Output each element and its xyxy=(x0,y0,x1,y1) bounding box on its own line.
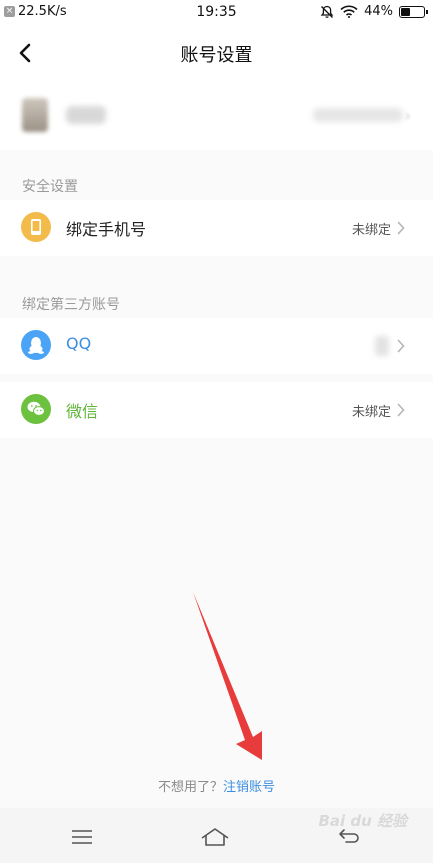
qq-account-blurred xyxy=(375,336,389,356)
bind-phone-status: 未绑定 xyxy=(351,223,391,238)
battery-percent: 44% xyxy=(364,4,393,19)
bind-qq-label: QQ xyxy=(66,334,92,353)
footer-deactivate: 不想用了？注销账号 xyxy=(0,776,433,795)
mute-bell-icon xyxy=(320,5,334,18)
wechat-icon xyxy=(21,394,51,424)
wifi-icon xyxy=(340,5,358,18)
phone-icon xyxy=(21,212,51,242)
bind-wechat-label: 微信 xyxy=(66,402,99,421)
qq-penguin-icon xyxy=(21,330,51,360)
status-bar: × 22.5K/s 19:35 44% xyxy=(0,0,433,24)
watermark: Bai du 经验 xyxy=(318,812,407,830)
bind-phone-row[interactable]: 绑定手机号 未绑定 xyxy=(0,200,433,256)
battery-fill xyxy=(401,7,411,16)
profile-detail-blurred xyxy=(313,108,403,122)
status-right: 44% xyxy=(320,4,428,19)
header: 账号设置 xyxy=(0,24,433,84)
bind-wechat-row[interactable]: 微信 未绑定 xyxy=(0,382,433,438)
chevron-right-icon xyxy=(397,221,405,235)
avatar xyxy=(22,98,48,132)
bind-wechat-status: 未绑定 xyxy=(351,405,391,420)
bind-phone-label: 绑定手机号 xyxy=(66,220,147,239)
menu-icon xyxy=(72,830,92,844)
page-title: 账号设置 xyxy=(180,45,253,66)
battery-icon xyxy=(399,5,428,18)
footer-prompt: 不想用了？ xyxy=(157,780,223,795)
chevron-right-icon xyxy=(397,403,405,417)
menu-button[interactable] xyxy=(67,824,97,850)
chevron-right-icon: › xyxy=(404,106,411,125)
profile-row[interactable]: › xyxy=(0,84,433,150)
home-icon xyxy=(201,828,229,846)
section-title-security: 安全设置 xyxy=(22,179,78,195)
chevron-right-icon xyxy=(397,339,405,353)
section-title-third-party: 绑定第三方账号 xyxy=(22,297,120,313)
username-blurred xyxy=(66,106,106,124)
home-button[interactable] xyxy=(200,824,230,850)
bind-qq-row[interactable]: QQ xyxy=(0,318,433,374)
deactivate-account-link[interactable]: 注销账号 xyxy=(223,780,275,795)
